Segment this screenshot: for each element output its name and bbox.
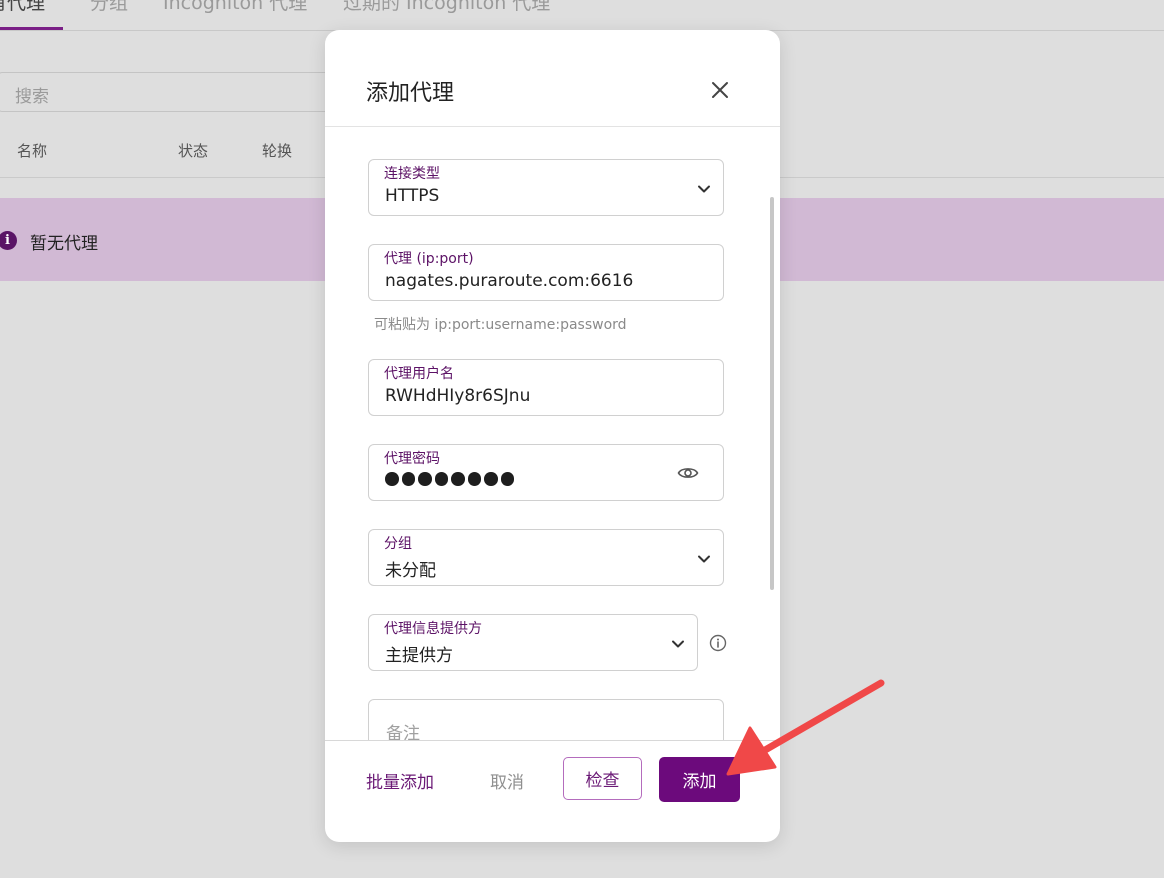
column-header-name[interactable]: 名称 [17,140,47,161]
search-placeholder: 搜索 [15,87,49,107]
notes-placeholder: 备注 [386,724,420,740]
search-input[interactable]: 搜索 [0,72,340,112]
proxy-username-label: 代理用户名 [384,366,454,382]
check-button[interactable]: 检查 [563,757,642,800]
password-dot [418,472,432,486]
provider-value: 主提供方 [385,646,453,666]
password-dot [434,472,448,486]
eye-icon[interactable] [677,464,699,482]
group-select[interactable]: 分组 未分配 [368,529,724,586]
tab-incogniton-proxies[interactable]: Incogniton 代理 [163,0,307,15]
tab-bar: 有代理 分组 Incogniton 代理 过期的 Incogniton 代理 [0,0,1164,31]
proxy-format-hint: 可粘贴为 ip:port:username:password [374,317,627,333]
tab-expired-incogniton-proxies[interactable]: 过期的 Incogniton 代理 [343,0,550,15]
dialog-footer-divider [325,740,780,741]
close-icon[interactable] [709,79,731,101]
notes-textarea[interactable]: 备注 [368,699,724,740]
proxy-address-value: nagates.puraroute.com:6616 [385,271,634,291]
add-proxy-dialog: 添加代理 连接类型 HTTPS 代理 (ip:port) nagates.pur… [325,30,780,842]
batch-add-button[interactable]: 批量添加 [366,768,434,793]
connection-type-select[interactable]: 连接类型 HTTPS [368,159,724,216]
column-header-status[interactable]: 状态 [178,140,208,161]
provider-label: 代理信息提供方 [384,621,482,637]
proxy-address-label: 代理 (ip:port) [384,251,474,267]
active-tab-indicator [0,27,63,30]
proxy-username-value: RWHdHIy8r6SJnu [385,386,531,406]
chevron-down-icon[interactable] [671,637,685,651]
empty-state-message: 暂无代理 [30,234,98,254]
chevron-down-icon[interactable] [697,182,711,196]
proxy-password-label: 代理密码 [384,451,440,467]
proxy-address-input[interactable]: 代理 (ip:port) nagates.puraroute.com:6616 [368,244,724,301]
arrow-annotation [726,679,885,776]
tab-groups[interactable]: 分组 [90,0,128,15]
chevron-down-icon[interactable] [697,552,711,566]
proxy-password-input[interactable]: 代理密码 [368,444,724,501]
scrollbar[interactable] [770,197,774,590]
proxy-username-input[interactable]: 代理用户名 RWHdHIy8r6SJnu [368,359,724,416]
connection-type-value: HTTPS [385,186,440,206]
info-icon[interactable] [709,634,727,652]
password-dot [401,472,415,486]
group-label: 分组 [384,536,412,552]
password-dot [467,472,481,486]
connection-type-label: 连接类型 [384,166,440,182]
cancel-button[interactable]: 取消 [490,768,524,793]
dialog-body: 连接类型 HTTPS 代理 (ip:port) nagates.purarout… [325,127,780,740]
tab-proxies[interactable]: 有代理 [0,0,45,15]
password-dot [451,472,465,486]
masked-password [385,472,514,486]
password-dot [484,472,498,486]
group-value: 未分配 [385,561,436,581]
password-dot [385,472,399,486]
dialog-title: 添加代理 [366,81,455,106]
password-dot [500,472,514,486]
provider-select[interactable]: 代理信息提供方 主提供方 [368,614,698,671]
column-header-rotation[interactable]: 轮换 [262,140,292,161]
